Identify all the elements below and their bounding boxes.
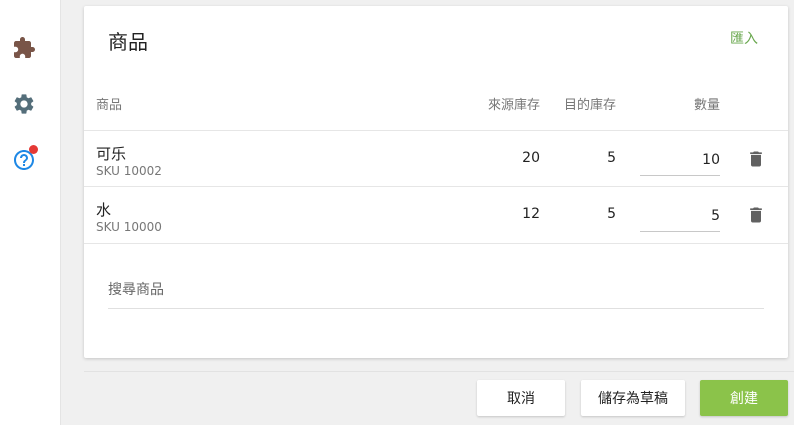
help-icon[interactable] bbox=[12, 145, 38, 172]
card-title: 商品 bbox=[108, 30, 148, 54]
products-card: 商品 匯入 商品 來源庫存 目的庫存 數量 可乐 SKU 10002 20 5 … bbox=[84, 6, 788, 358]
target-stock-value: 5 bbox=[607, 150, 616, 166]
product-name: 水 bbox=[96, 201, 112, 219]
table-row: 可乐 SKU 10002 20 5 bbox=[84, 130, 788, 187]
source-stock-value: 20 bbox=[522, 150, 540, 166]
trash-icon[interactable] bbox=[746, 204, 766, 226]
quantity-input[interactable] bbox=[640, 145, 720, 176]
cancel-button[interactable]: 取消 bbox=[477, 380, 565, 416]
product-name: 可乐 bbox=[96, 145, 127, 163]
footer-divider bbox=[84, 371, 794, 372]
gear-icon[interactable] bbox=[12, 92, 36, 116]
trash-icon[interactable] bbox=[746, 148, 766, 170]
notification-dot bbox=[29, 145, 38, 154]
column-header-source-stock: 來源庫存 bbox=[487, 98, 540, 113]
import-link[interactable]: 匯入 bbox=[730, 28, 758, 48]
create-button[interactable]: 創建 bbox=[700, 380, 788, 416]
target-stock-value: 5 bbox=[607, 206, 616, 222]
source-stock-value: 12 bbox=[522, 206, 540, 222]
product-sku: SKU 10000 bbox=[96, 220, 162, 234]
table-row: 水 SKU 10000 12 5 bbox=[84, 186, 788, 244]
product-search-input[interactable] bbox=[108, 272, 764, 309]
product-sku: SKU 10002 bbox=[96, 164, 162, 178]
quantity-input[interactable] bbox=[640, 201, 720, 232]
save-draft-button[interactable]: 儲存為草稿 bbox=[581, 380, 685, 416]
puzzle-icon[interactable] bbox=[12, 36, 36, 60]
column-header-quantity: 數量 bbox=[693, 98, 720, 113]
column-header-target-stock: 目的庫存 bbox=[563, 98, 616, 113]
sidebar bbox=[0, 0, 61, 425]
column-header-product: 商品 bbox=[96, 98, 123, 113]
